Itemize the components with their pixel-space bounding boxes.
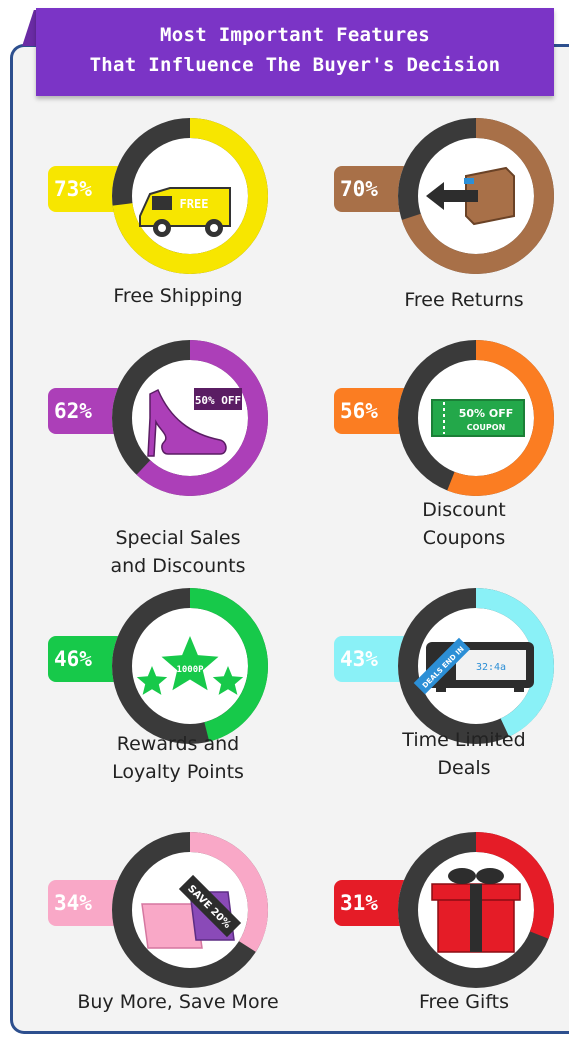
van-free-text: FREE — [180, 197, 209, 211]
frame-edge — [552, 44, 569, 47]
feature-rewards: 46% 1000P Rewards and Loyalty Points — [48, 586, 308, 786]
feature-discount-coupons: 56% 50% OFF COUPON Discount Coupons — [334, 338, 569, 549]
title-line-2: That Influence The Buyer's Decision — [89, 54, 501, 76]
feature-label-line: Free Shipping — [113, 285, 243, 307]
feature-label-line: Special Sales — [115, 527, 241, 549]
feature-label-line: Time Limited — [402, 729, 526, 751]
ring-special-sales: 50% OFF — [112, 340, 268, 496]
feature-label: Free Shipping — [48, 282, 308, 310]
feature-label-line: Discount — [422, 499, 506, 521]
feature-label: Special Sales and Discounts — [48, 524, 308, 580]
coupon-text-2: COUPON — [467, 423, 506, 432]
feature-label-line: Coupons — [422, 527, 506, 549]
feature-label-line: Buy More, Save More — [77, 991, 279, 1013]
feature-free-gifts: 31% Free Gifts — [334, 830, 569, 1030]
feature-free-shipping: 73% FREE Free Shipping — [48, 116, 308, 316]
ring-time-limited: 32:4aDEALS END IN — [398, 588, 554, 744]
coupon-text-1: 50% OFF — [459, 407, 514, 420]
ring-discount-coupons: 50% OFF COUPON — [398, 340, 554, 496]
title-line-1: Most Important Features — [160, 24, 430, 46]
ring-free-gifts — [398, 832, 554, 988]
ring-free-shipping: FREE — [112, 118, 268, 274]
ring-rewards: 1000P — [112, 588, 268, 744]
stars-points-text: 1000P — [176, 665, 204, 675]
clock-icon: 32:4aDEALS END IN — [413, 637, 534, 695]
ring-free-returns — [398, 118, 554, 274]
feature-label: Rewards and Loyalty Points — [48, 730, 308, 786]
feature-buy-more: 34% SAVE 20% Buy More, Save More — [48, 830, 308, 1030]
feature-special-sales: 62% 50% OFF Special Sales and Discounts — [48, 338, 308, 577]
feature-label: Free Returns — [334, 286, 569, 314]
clock-time-text: 32:4a — [476, 662, 506, 673]
page-title-banner: Most Important Features That Influence T… — [36, 8, 554, 96]
feature-label: Free Gifts — [334, 988, 569, 1016]
feature-label-line: Rewards and — [116, 733, 240, 755]
feature-label-line: Free Returns — [404, 289, 524, 311]
feature-label-line: Free Gifts — [418, 991, 510, 1013]
feature-label: Discount Coupons — [334, 496, 569, 552]
feature-label: Time Limited Deals — [334, 726, 569, 782]
heel-tag-text: 50% OFF — [195, 394, 241, 407]
feature-label: Buy More, Save More — [48, 988, 308, 1016]
feature-label-line: and Discounts — [110, 555, 246, 577]
feature-label-line: Loyalty Points — [112, 761, 244, 783]
coupon-icon: 50% OFF COUPON — [431, 399, 525, 437]
feature-label-line: Deals — [437, 757, 491, 779]
ring-buy-more: SAVE 20% — [112, 832, 268, 988]
feature-time-limited: 43% 32:4a DEALS END IN Time Limited Deals — [334, 586, 569, 786]
feature-free-returns: 70% Free Returns — [334, 116, 569, 316]
